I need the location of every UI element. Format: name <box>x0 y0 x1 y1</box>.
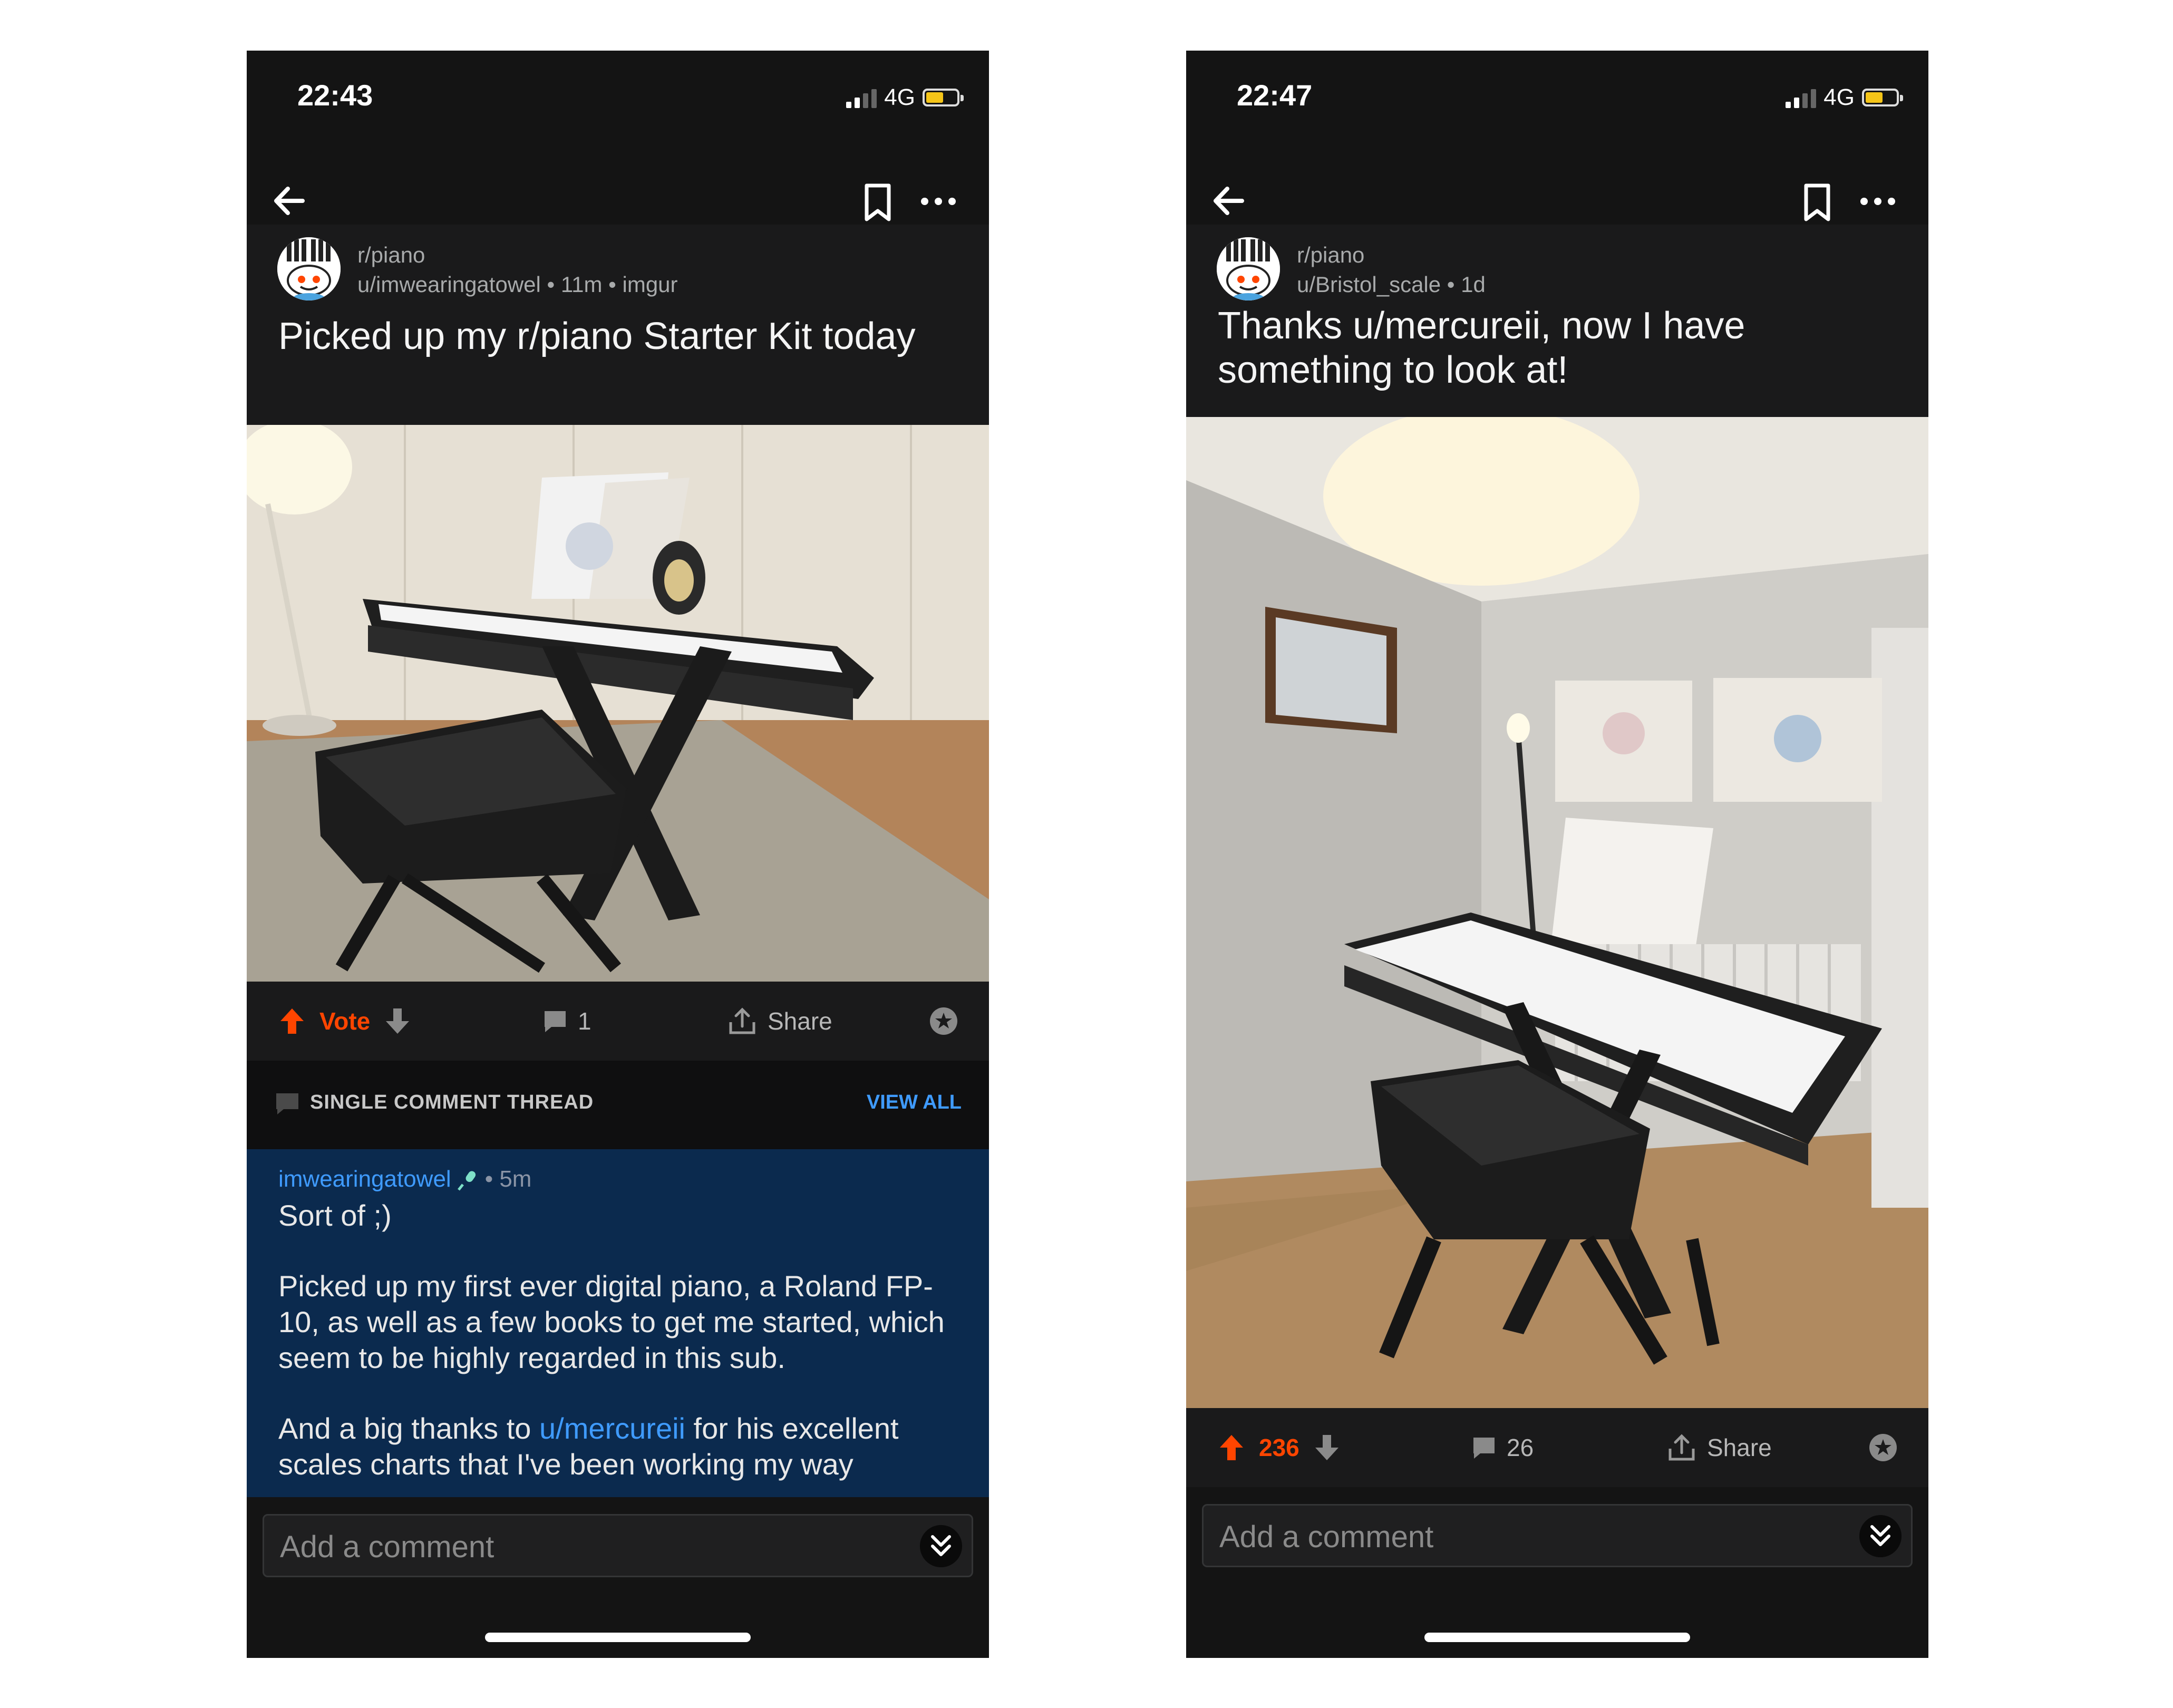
upvote-icon[interactable] <box>1218 1433 1245 1462</box>
comment-line-1: Sort of ;) <box>278 1199 392 1232</box>
comment-author[interactable]: imwearingatowel <box>278 1166 451 1192</box>
post-header: r/piano u/Bristol_scale • 1d Thanks u/me… <box>1186 225 1928 417</box>
comment-meta: imwearingatowel • 5m <box>278 1166 531 1192</box>
vote-control: Vote <box>278 1006 411 1036</box>
comment-paragraph-2: And a big thanks to u/mercureii for his … <box>278 1411 947 1482</box>
post-byline[interactable]: u/imwearingatowel • 11m • imgur <box>357 270 678 299</box>
phone-screenshot-left: 22:43 4G r/piano u/imwearingatowel • 11m… <box>247 51 989 1658</box>
comment-input-placeholder: Add a comment <box>1219 1520 1434 1554</box>
award-icon[interactable] <box>928 1005 959 1037</box>
expand-icon[interactable] <box>1859 1515 1902 1557</box>
post-image[interactable] <box>1186 417 1928 1408</box>
comment: imwearingatowel • 5m Sort of ;) Picked u… <box>247 1149 989 1497</box>
comment-count: 26 <box>1507 1434 1534 1461</box>
share-button[interactable]: Share <box>726 1005 832 1037</box>
comment-input[interactable]: Add a comment <box>263 1514 973 1577</box>
bookmark-icon[interactable] <box>859 181 896 224</box>
award-icon[interactable] <box>1867 1432 1899 1463</box>
vote-control: 236 <box>1218 1433 1341 1462</box>
subreddit-name[interactable]: r/piano <box>1297 240 1486 270</box>
battery-icon <box>923 89 964 106</box>
comment-count: 1 <box>578 1007 591 1035</box>
downvote-icon[interactable] <box>384 1006 411 1036</box>
battery-icon <box>1862 89 1903 106</box>
comment-icon <box>1473 1438 1495 1459</box>
upvote-icon[interactable] <box>278 1006 306 1036</box>
status-indicators: 4G <box>846 84 964 111</box>
home-indicator <box>1424 1633 1690 1642</box>
signal-icon <box>1786 87 1817 108</box>
post-meta: r/piano u/imwearingatowel • 11m • imgur <box>357 240 678 299</box>
piano-photo <box>1186 417 1928 1408</box>
post-nav-bar <box>247 172 989 230</box>
post-header: r/piano u/imwearingatowel • 11m • imgur … <box>247 225 989 425</box>
comment-icon <box>276 1093 298 1114</box>
more-icon[interactable] <box>1857 186 1899 217</box>
post-byline[interactable]: u/Bristol_scale • 1d <box>1297 270 1486 299</box>
vote-score: 236 <box>1259 1434 1299 1461</box>
user-mention-link[interactable]: u/mercureii <box>539 1412 685 1445</box>
phone-screenshot-right: 22:47 4G r/piano u/Bristol_scale • 1d Th… <box>1186 51 1928 1658</box>
status-time: 22:43 <box>297 79 373 112</box>
comment-input[interactable]: Add a comment <box>1202 1504 1913 1567</box>
comments-button[interactable]: 1 <box>542 1007 591 1035</box>
post-nav-bar <box>1186 172 1928 230</box>
post-action-bar: Vote 1 Share <box>247 982 989 1061</box>
home-indicator <box>485 1633 751 1642</box>
piano-photo <box>247 425 989 982</box>
downvote-icon[interactable] <box>1313 1433 1341 1462</box>
post-title: Thanks u/mercureii, now I have something… <box>1218 305 1745 391</box>
bookmark-icon[interactable] <box>1799 181 1836 224</box>
comment-composer: Add a comment <box>247 1497 989 1658</box>
comment-icon <box>545 1011 566 1032</box>
subreddit-name[interactable]: r/piano <box>357 240 678 270</box>
microphone-icon <box>457 1171 476 1191</box>
comment-text: And a big thanks to <box>278 1412 540 1445</box>
status-indicators: 4G <box>1786 84 1903 111</box>
share-label: Share <box>1707 1434 1772 1461</box>
post-title: Picked up my r/piano Starter Kit today <box>278 315 916 357</box>
subreddit-avatar[interactable] <box>277 237 341 300</box>
vote-label: Vote <box>319 1007 371 1035</box>
signal-icon <box>846 87 877 108</box>
share-button[interactable]: Share <box>1666 1432 1772 1463</box>
share-icon <box>729 1007 755 1034</box>
expand-icon[interactable] <box>920 1525 962 1567</box>
comment-composer: Add a comment <box>1186 1487 1928 1658</box>
comments-button[interactable]: 26 <box>1471 1433 1534 1462</box>
subreddit-avatar[interactable] <box>1217 237 1280 300</box>
comment-input-placeholder: Add a comment <box>280 1530 494 1564</box>
view-all-link[interactable]: VIEW ALL <box>867 1091 962 1114</box>
post-meta: r/piano u/Bristol_scale • 1d <box>1297 240 1486 299</box>
share-label: Share <box>768 1007 832 1035</box>
single-comment-thread-bar: SINGLE COMMENT THREAD VIEW ALL <box>247 1061 989 1149</box>
comment-age: • 5m <box>484 1166 532 1192</box>
network-label: 4G <box>1823 84 1855 110</box>
post-action-bar: 236 26 Share <box>1186 1408 1928 1487</box>
more-icon[interactable] <box>917 186 959 217</box>
comment-paragraph-1: Picked up my first ever digital piano, a… <box>278 1269 945 1374</box>
back-arrow-icon[interactable] <box>1205 177 1253 225</box>
thread-label: SINGLE COMMENT THREAD <box>310 1091 594 1113</box>
back-arrow-icon[interactable] <box>266 177 313 225</box>
share-icon <box>1668 1434 1695 1461</box>
post-image[interactable] <box>247 425 989 982</box>
status-time: 22:47 <box>1237 79 1313 112</box>
network-label: 4G <box>884 84 915 110</box>
